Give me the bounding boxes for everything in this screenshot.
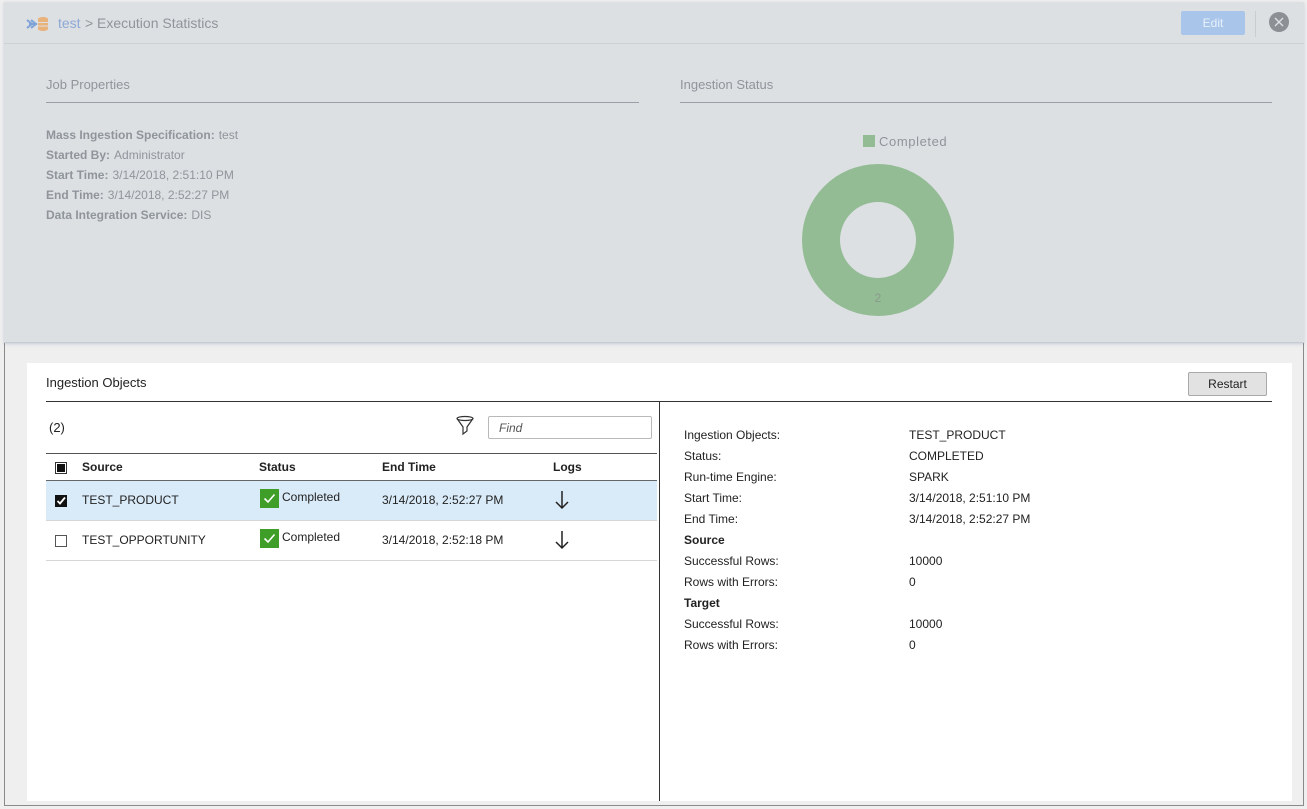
prop-dis: Data Integration Service: DIS <box>46 208 212 222</box>
detail-source-heading: Source <box>684 533 725 547</box>
table-header: Source Status End Time Logs <box>46 454 657 481</box>
edit-button[interactable]: Edit <box>1181 11 1245 35</box>
object-count: (2) <box>49 420 65 435</box>
job-properties-rule <box>46 102 639 103</box>
job-properties-title: Job Properties <box>46 77 130 92</box>
column-header-end-time[interactable]: End Time <box>382 460 436 474</box>
legend-label-completed: Completed <box>879 134 947 149</box>
completed-check-icon <box>260 529 279 548</box>
ingestion-objects-panel: Ingestion Objects Restart (2) Source Sta… <box>27 363 1292 801</box>
detail-target-heading: Target <box>684 596 720 610</box>
checkmark-icon <box>56 496 66 505</box>
ingestion-status-rule <box>680 102 1272 103</box>
mass-ingestion-icon <box>26 17 48 31</box>
column-header-source[interactable]: Source <box>82 460 123 474</box>
ingestion-status-donut-chart: Completed 2 <box>802 134 954 316</box>
header-divider <box>1255 11 1256 37</box>
download-log-icon[interactable] <box>554 489 570 511</box>
prop-started-by: Started By: Administrator <box>46 148 185 162</box>
panel-splitter[interactable] <box>659 402 660 801</box>
job-properties-list: Mass Ingestion Specification: test Starte… <box>46 125 238 225</box>
download-log-icon[interactable] <box>554 529 570 551</box>
header-bar: test > Execution Statistics Edit <box>4 2 1304 44</box>
restart-button[interactable]: Restart <box>1188 372 1267 396</box>
select-all-checkbox[interactable] <box>55 462 67 474</box>
page-title: Execution Statistics <box>97 15 219 31</box>
execution-statistics-header-area: test > Execution Statistics Edit Job Pro… <box>4 2 1304 343</box>
detail-status: Status: COMPLETED <box>684 449 984 463</box>
detail-source-successful-rows: Successful Rows: 10000 <box>684 554 943 568</box>
detail-target-successful-rows: Successful Rows: 10000 <box>684 617 943 631</box>
row-source: TEST_PRODUCT <box>82 493 179 507</box>
completed-check-icon <box>260 489 279 508</box>
row-checkbox[interactable] <box>55 495 67 507</box>
donut-data-label: 2 <box>875 291 882 305</box>
filter-icon[interactable] <box>455 415 475 437</box>
column-header-logs: Logs <box>553 460 582 474</box>
table-row[interactable]: TEST_PRODUCT Completed 3/14/2018, 2:52:2… <box>46 481 657 521</box>
row-source: TEST_OPPORTUNITY <box>82 533 206 547</box>
close-icon <box>1274 17 1284 27</box>
find-input[interactable] <box>488 416 652 439</box>
prop-end-time: End Time: 3/14/2018, 2:52:27 PM <box>46 188 230 202</box>
summary-panel: Job Properties Mass Ingestion Specificat… <box>25 62 1292 342</box>
column-header-status[interactable]: Status <box>259 460 296 474</box>
breadcrumb-link-test[interactable]: test <box>58 15 81 31</box>
detail-end-time: End Time: 3/14/2018, 2:52:27 PM <box>684 512 1031 526</box>
table-row[interactable]: TEST_OPPORTUNITY Completed 3/14/2018, 2:… <box>46 521 657 561</box>
detail-runtime-engine: Run-time Engine: SPARK <box>684 470 949 484</box>
row-status: Completed <box>260 529 340 548</box>
ingestion-objects-title: Ingestion Objects <box>46 375 147 390</box>
row-status: Completed <box>260 489 340 508</box>
breadcrumb-separator: > <box>85 15 94 31</box>
prop-start-time: Start Time: 3/14/2018, 2:51:10 PM <box>46 168 234 182</box>
legend-swatch-completed <box>863 135 875 147</box>
ingestion-status-title: Ingestion Status <box>680 77 774 92</box>
prop-spec: Mass Ingestion Specification: test <box>46 128 239 142</box>
row-checkbox[interactable] <box>55 535 67 547</box>
object-details: Ingestion Objects: TEST_PRODUCT Status: … <box>684 425 1031 656</box>
detail-ingestion-object: Ingestion Objects: TEST_PRODUCT <box>684 428 1006 442</box>
row-end-time: 3/14/2018, 2:52:27 PM <box>382 493 504 507</box>
detail-source-error-rows: Rows with Errors: 0 <box>684 575 916 589</box>
detail-start-time: Start Time: 3/14/2018, 2:51:10 PM <box>684 491 1031 505</box>
detail-target-error-rows: Rows with Errors: 0 <box>684 638 916 652</box>
close-button[interactable] <box>1269 12 1289 32</box>
row-end-time: 3/14/2018, 2:52:18 PM <box>382 533 504 547</box>
